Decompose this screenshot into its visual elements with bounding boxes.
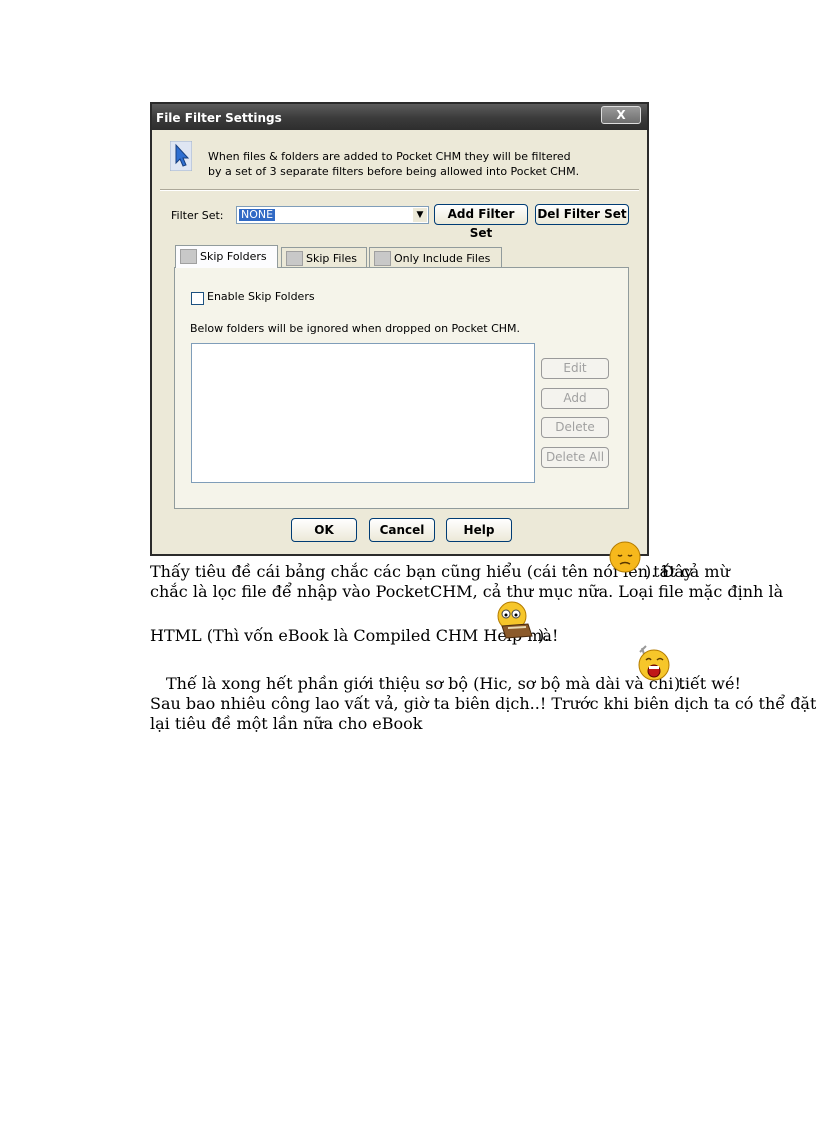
delete-all-button[interactable]: Delete All — [541, 447, 609, 468]
enable-skip-folders-label[interactable]: Enable Skip Folders — [207, 290, 315, 303]
add-button[interactable]: Add — [541, 388, 609, 409]
close-button[interactable]: X — [601, 106, 641, 124]
del-filter-set-button[interactable]: Del Filter Set — [535, 204, 629, 225]
header-description: When files & folders are added to Pocket… — [208, 149, 579, 179]
filter-set-value: NONE — [239, 208, 276, 221]
reading-smiley-icon — [497, 601, 533, 639]
add-filter-set-button[interactable]: Add Filter Set — [434, 204, 528, 240]
filter-set-dropdown[interactable]: NONE ▼ — [236, 206, 429, 224]
divider — [160, 189, 639, 191]
ok-button[interactable]: OK — [291, 518, 357, 542]
header-line-1: When files & folders are added to Pocket… — [208, 150, 571, 163]
paragraph-2-line-3: lại tiêu đề một lần nữa cho eBook — [150, 714, 423, 733]
text-segment: ). Đây — [645, 562, 693, 581]
tab-swatch — [286, 251, 303, 266]
tab-swatch — [374, 251, 391, 266]
filter-set-label: Filter Set: — [171, 209, 224, 222]
dialog-title: File Filter Settings — [156, 111, 282, 125]
text-segment: ). — [674, 674, 686, 693]
laughing-smiley-icon — [638, 645, 670, 681]
sad-smiley-icon — [609, 541, 641, 573]
header-line-2: by a set of 3 separate filters before be… — [208, 165, 580, 178]
chevron-down-icon[interactable]: ▼ — [413, 208, 427, 222]
info-text: Below folders will be ignored when dropp… — [190, 322, 521, 335]
delete-button[interactable]: Delete — [541, 417, 609, 438]
help-button[interactable]: Help — [446, 518, 512, 542]
text-segment: Thấy tiêu đề cái bảng chắc các bạn cũng … — [150, 562, 730, 581]
folder-list[interactable] — [191, 343, 535, 483]
tab-label: Only Include Files — [394, 252, 491, 265]
paragraph-1-line-1: Thấy tiêu đề cái bảng chắc các bạn cũng … — [150, 562, 730, 581]
pointer-icon — [170, 141, 192, 171]
cancel-button[interactable]: Cancel — [369, 518, 435, 542]
dialog-titlebar[interactable]: File Filter Settings X — [152, 104, 647, 130]
tab-skip-folders[interactable]: Skip Folders — [175, 245, 278, 268]
tab-skip-files[interactable]: Skip Files — [281, 247, 367, 267]
tab-label: Skip Files — [306, 252, 358, 265]
skip-folders-panel: Enable Skip Folders Below folders will b… — [174, 267, 629, 509]
tab-label: Skip Folders — [200, 250, 267, 263]
tab-only-include-files[interactable]: Only Include Files — [369, 247, 502, 267]
text-segment: ). — [538, 626, 550, 645]
enable-skip-folders-checkbox[interactable] — [191, 292, 204, 305]
tab-swatch — [180, 249, 197, 264]
edit-button[interactable]: Edit — [541, 358, 609, 379]
header-panel: When files & folders are added to Pocket… — [160, 135, 630, 183]
paragraph-1-line-2: chắc là lọc file để nhập vào PocketCHM, … — [150, 582, 784, 601]
close-icon: X — [616, 108, 626, 122]
paragraph-2-line-2: Sau bao nhiêu công lao vất vả, giờ ta bi… — [150, 694, 816, 713]
file-filter-settings-dialog: File Filter Settings X When files & fold… — [150, 102, 649, 556]
